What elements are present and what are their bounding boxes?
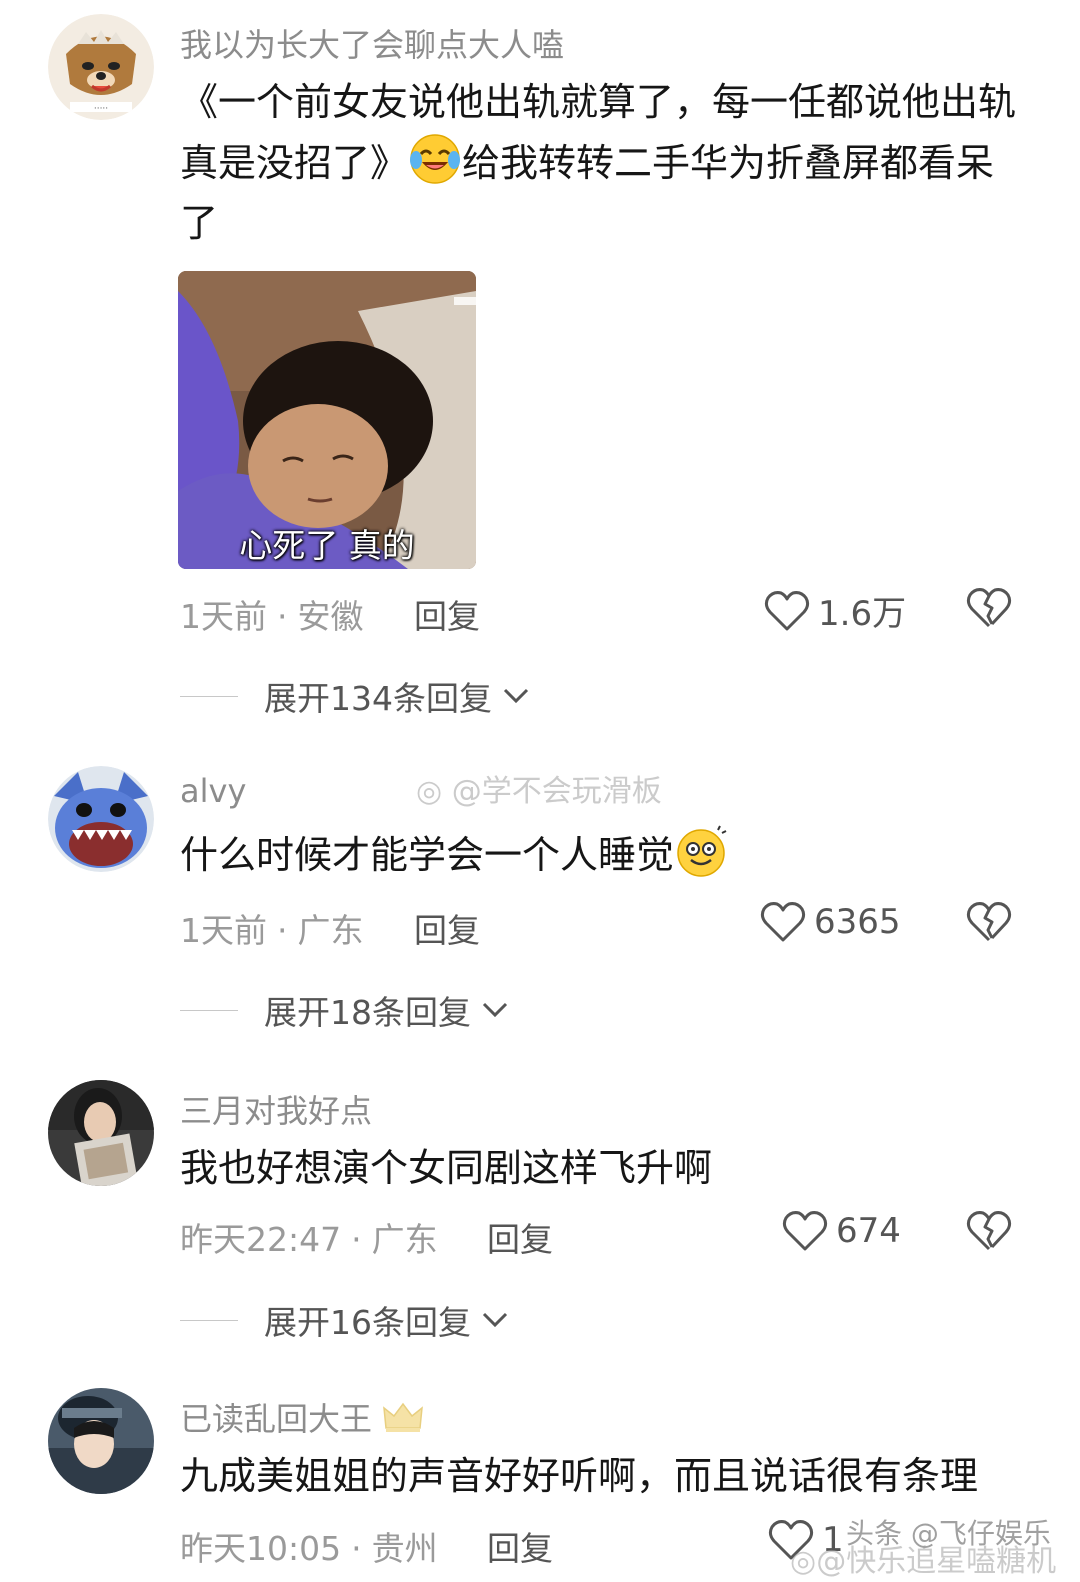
comment-time: 昨天22:47: [180, 1220, 342, 1259]
dislike-button[interactable]: [966, 900, 1012, 944]
heart-icon: [764, 590, 810, 630]
reply-button[interactable]: 回复: [487, 1213, 553, 1261]
like-button[interactable]: 674: [782, 1209, 901, 1253]
watermark: ◎ @学不会玩滑板: [416, 766, 662, 810]
expand-replies-button[interactable]: 展开18条回复: [180, 986, 509, 1034]
divider-line: [180, 695, 238, 697]
watermark-text: @快乐追星嗑糖机: [816, 1544, 1057, 1579]
avatar[interactable]: [48, 766, 154, 872]
reply-button[interactable]: 回复: [414, 904, 480, 952]
chevron-down-icon: [482, 1002, 508, 1018]
weibo-icon: ◎: [416, 774, 443, 809]
comment-time: 1天前: [180, 911, 267, 950]
comment-text: 我也好想演个女同剧这样飞升啊: [180, 1138, 1020, 1198]
like-count: 1.6万: [818, 594, 907, 634]
divider-line: [180, 1009, 238, 1011]
dislike-button[interactable]: [966, 1209, 1012, 1253]
heart-icon: [760, 902, 806, 942]
comment-location: 安徽: [297, 597, 364, 636]
crown-icon: [382, 1400, 424, 1442]
comment-text: 《一个前女友说他出轨就算了，每一任都说他出轨真是没招了》 给我转转二手华为折叠屏…: [180, 72, 1020, 253]
separator-dot: ·: [351, 1529, 362, 1568]
avatar[interactable]: [48, 1388, 154, 1494]
comment-text-part: 我也好想演个女同剧这样飞升啊: [180, 1146, 713, 1190]
broken-heart-icon: [966, 588, 1012, 628]
like-count: 674: [836, 1211, 901, 1251]
username[interactable]: 已读乱回大王: [180, 1394, 424, 1442]
comment-meta: 昨天10:05 · 贵州: [180, 1522, 438, 1570]
broken-heart-icon: [966, 902, 1012, 942]
separator-dot: ·: [351, 1220, 362, 1259]
watermark-text: @学不会玩滑板: [451, 774, 662, 809]
dislike-button[interactable]: [966, 586, 1012, 630]
avatar[interactable]: ·····: [48, 14, 154, 120]
chevron-down-icon: [503, 688, 529, 704]
like-button[interactable]: 6365: [760, 900, 901, 944]
image-caption: 心死了 真的: [239, 526, 415, 565]
chevron-down-icon: [482, 1312, 508, 1328]
comment-text-part: 九成美姐姐的声音好好听啊，而且说话很有条理: [180, 1454, 979, 1498]
heart-icon: [782, 1211, 828, 1251]
expand-label: 展开16条回复: [264, 1303, 471, 1342]
reply-button[interactable]: 回复: [414, 590, 480, 638]
comment-meta: 1天前 · 广东: [180, 904, 364, 952]
username[interactable]: alvy: [180, 772, 246, 810]
comment-location: 广东: [297, 911, 364, 950]
expand-replies-button[interactable]: 展开16条回复: [180, 1296, 509, 1344]
comment-meta: 1天前 · 安徽: [180, 590, 364, 638]
watermark: ◎@快乐追星嗑糖机: [790, 1536, 1056, 1580]
crying-laughing-emoji-icon: [408, 132, 462, 186]
expand-replies-button[interactable]: 展开134条回复: [180, 672, 530, 720]
comment-time: 昨天10:05: [180, 1529, 342, 1568]
separator-dot: ·: [277, 597, 288, 636]
avatar[interactable]: [48, 1080, 154, 1186]
comment-location: 广东: [371, 1220, 438, 1259]
reply-button[interactable]: 回复: [487, 1522, 553, 1570]
comment-text: 什么时候才能学会一个人睡觉: [180, 824, 1020, 885]
like-count: 6365: [814, 902, 901, 942]
svg-text:·····: ·····: [94, 104, 108, 114]
username[interactable]: 三月对我好点: [180, 1086, 372, 1132]
broken-heart-icon: [966, 1211, 1012, 1251]
weibo-icon: ◎: [790, 1544, 817, 1579]
separator-dot: ·: [277, 911, 288, 950]
divider-line: [180, 1319, 238, 1321]
comment-meta: 昨天22:47 · 广东: [180, 1213, 438, 1261]
comment-time: 1天前: [180, 597, 267, 636]
dizzy-smile-emoji-icon: [674, 824, 728, 878]
expand-label: 展开18条回复: [264, 993, 471, 1032]
like-button[interactable]: 1.6万: [764, 586, 906, 635]
comment-text: 九成美姐姐的声音好好听啊，而且说话很有条理: [180, 1446, 1040, 1506]
expand-label: 展开134条回复: [264, 679, 492, 718]
comment-text-part: 什么时候才能学会一个人睡觉: [180, 833, 675, 877]
username[interactable]: 我以为长大了会聊点大人嗑: [180, 20, 564, 66]
comment-image[interactable]: 心死了 真的: [178, 271, 476, 569]
comment-location: 贵州: [371, 1529, 438, 1568]
username-text: 已读乱回大王: [180, 1400, 373, 1438]
